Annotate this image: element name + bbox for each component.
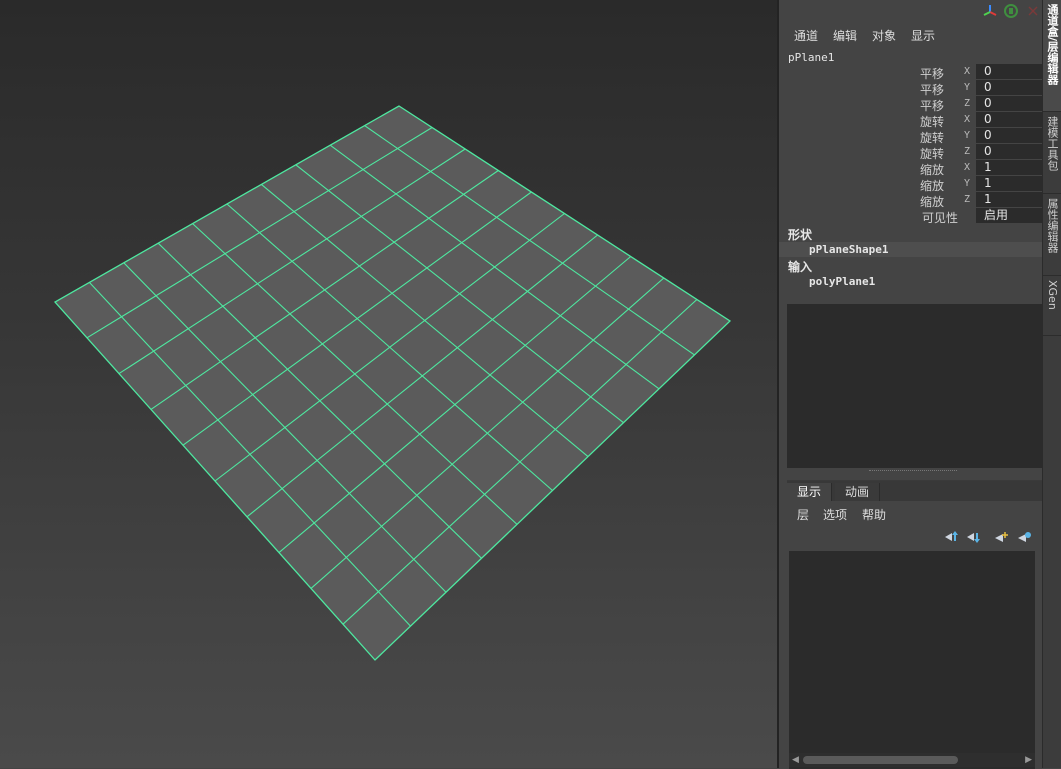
- layer-menu-layers[interactable]: 层: [797, 506, 809, 523]
- attribute-value-field[interactable]: 1: [976, 192, 1042, 207]
- attribute-row[interactable]: 平移 Y 0: [779, 80, 1042, 97]
- attribute-row[interactable]: 可见性 启用: [779, 208, 1042, 226]
- scroll-right-icon[interactable]: ▶: [1025, 755, 1032, 765]
- attribute-value-field[interactable]: 1: [976, 176, 1042, 191]
- attribute-row[interactable]: 旋转 Z 0: [779, 144, 1042, 161]
- scroll-left-icon[interactable]: ◀: [792, 755, 799, 765]
- shape-section-title[interactable]: 形状: [788, 226, 812, 243]
- plane-face[interactable]: [53, 105, 732, 661]
- attribute-axis: Y: [964, 82, 971, 93]
- menu-channels[interactable]: 通道: [794, 27, 818, 44]
- layer-menu-options[interactable]: 选项: [823, 506, 847, 523]
- attribute-value-field[interactable]: 0: [976, 112, 1042, 127]
- attribute-value-field[interactable]: 0: [976, 144, 1042, 159]
- attribute-row[interactable]: 缩放 Y 1: [779, 176, 1042, 193]
- object-name[interactable]: pPlane1: [788, 51, 834, 64]
- attribute-row[interactable]: 旋转 Y 0: [779, 128, 1042, 145]
- shape-item[interactable]: pPlaneShape1: [779, 242, 1042, 257]
- new-layer-selected-icon[interactable]: [1016, 530, 1032, 544]
- attribute-axis: X: [964, 66, 971, 77]
- tab-display[interactable]: 显示: [787, 483, 833, 501]
- layer-list[interactable]: [789, 551, 1035, 769]
- attribute-row[interactable]: 旋转 X 0: [779, 112, 1042, 129]
- channel-box-panel: 通道 编辑 对象 显示 pPlane1 平移 X 0 平移 Y 0 平移 Z 0 旋转 X 0 旋转 Y 0…: [779, 0, 1042, 769]
- tab-xgen[interactable]: XGen: [1043, 276, 1061, 336]
- attribute-row[interactable]: 平移 Z 0: [779, 96, 1042, 113]
- attribute-value-field[interactable]: 0: [976, 80, 1042, 95]
- tab-attribute-editor[interactable]: 属性编辑器: [1043, 194, 1061, 276]
- attribute-axis: Z: [964, 194, 971, 205]
- viewport-3d[interactable]: [0, 0, 777, 768]
- attribute-value-field[interactable]: 0: [976, 128, 1042, 143]
- side-tab-bar: 通道盒/层编辑器 建模工具包 属性编辑器 XGen: [1042, 0, 1061, 768]
- attribute-axis: Y: [964, 178, 971, 189]
- layer-tab-bar: 显示 动画: [787, 481, 1042, 501]
- attribute-row[interactable]: 缩放 X 1: [779, 160, 1042, 177]
- attribute-value-field[interactable]: 0: [976, 96, 1042, 111]
- attribute-value-field[interactable]: 1: [976, 160, 1042, 175]
- attribute-axis: Y: [964, 130, 971, 141]
- scrollbar-thumb[interactable]: [803, 756, 958, 764]
- panel-splitter[interactable]: [869, 470, 957, 473]
- channel-empty-area: [787, 304, 1042, 468]
- channel-settings-icon[interactable]: [1003, 3, 1019, 19]
- axis-icon[interactable]: [982, 3, 998, 19]
- horizontal-scrollbar[interactable]: ◀ ▶: [789, 753, 1035, 767]
- input-section-title[interactable]: 输入: [788, 258, 812, 275]
- plane-mesh[interactable]: [0, 0, 777, 768]
- new-layer-icon[interactable]: [993, 530, 1009, 544]
- layer-menu-help[interactable]: 帮助: [862, 506, 886, 523]
- menu-show[interactable]: 显示: [911, 27, 935, 44]
- attribute-axis: X: [964, 114, 971, 125]
- menu-edit[interactable]: 编辑: [833, 27, 857, 44]
- tab-animation[interactable]: 动画: [835, 483, 881, 501]
- attribute-value-field[interactable]: 0: [976, 64, 1042, 79]
- tab-modeling-toolkit[interactable]: 建模工具包: [1043, 112, 1061, 194]
- layer-editor: 显示 动画 层 选项 帮助 ◀ ▶: [787, 480, 1042, 769]
- menu-object[interactable]: 对象: [872, 27, 896, 44]
- tab-channel-box-layer-editor[interactable]: 通道盒/层编辑器: [1043, 0, 1061, 112]
- attribute-axis: X: [964, 162, 971, 173]
- layer-move-up-icon[interactable]: [943, 530, 959, 544]
- attribute-row[interactable]: 缩放 Z 1: [779, 192, 1042, 209]
- attribute-axis: Z: [964, 146, 971, 157]
- attribute-row[interactable]: 平移 X 0: [779, 64, 1042, 81]
- input-item[interactable]: polyPlane1: [779, 274, 1042, 289]
- layer-move-down-icon[interactable]: [965, 530, 981, 544]
- attribute-axis: Z: [964, 98, 971, 109]
- attribute-label[interactable]: 可见性: [922, 209, 958, 226]
- attribute-value-field[interactable]: 启用: [976, 208, 1042, 223]
- close-icon[interactable]: [1025, 3, 1041, 19]
